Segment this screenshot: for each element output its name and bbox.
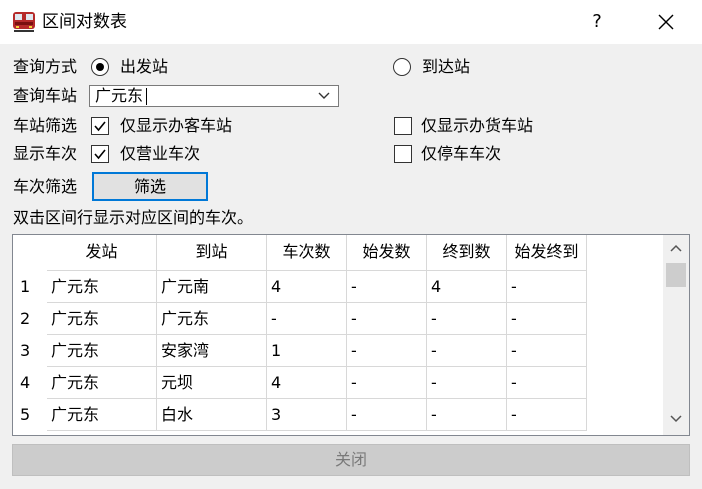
station-combobox-value[interactable]: 广元东	[95, 86, 143, 106]
close-icon	[658, 14, 674, 30]
table-cell[interactable]: -	[507, 271, 587, 303]
table-cell[interactable]: 元坝	[157, 367, 267, 399]
row-number[interactable]: 3	[13, 335, 47, 367]
table-cell[interactable]: 广元南	[157, 271, 267, 303]
scroll-down-icon[interactable]	[670, 415, 682, 423]
checkbox-passenger-only[interactable]	[91, 117, 109, 135]
checkbox-operating-only-label[interactable]: 仅营业车次	[120, 143, 200, 165]
query-station-label: 查询车站	[13, 86, 78, 105]
interval-table[interactable]: 发站 到站 车次数 始发数 终到数 始发终到 1 广元东 广元南 4-4-2 广元东 广元东 - - - -3…	[12, 234, 690, 436]
table-cell[interactable]: 广元东	[47, 303, 157, 335]
close-button[interactable]: 关闭	[12, 444, 690, 476]
checkbox-freight-only[interactable]	[394, 117, 412, 135]
table-cell[interactable]: 广元东	[47, 399, 157, 431]
hint-text: 双击区间行显示对应区间的车次。	[13, 208, 254, 227]
table-cell[interactable]: -	[347, 399, 427, 431]
radio-arrival-label[interactable]: 到达站	[422, 56, 470, 78]
table-cell[interactable]: 4	[427, 271, 507, 303]
radio-arrival[interactable]	[393, 58, 411, 76]
checkbox-freight-only-label[interactable]: 仅显示办货车站	[421, 115, 533, 137]
help-button[interactable]: ?	[582, 8, 612, 36]
checkbox-passenger-only-label[interactable]: 仅显示办客车站	[120, 115, 232, 137]
title-bar: 区间对数表 ?	[0, 0, 702, 44]
table-cell[interactable]: -	[507, 399, 587, 431]
table-cell[interactable]: -	[427, 367, 507, 399]
row-number[interactable]: 2	[13, 303, 47, 335]
table-cell[interactable]: 安家湾	[157, 335, 267, 367]
table-cell[interactable]: 广元东	[47, 335, 157, 367]
table-cell[interactable]: -	[347, 271, 427, 303]
row-number[interactable]: 1	[13, 271, 47, 303]
table-cell[interactable]: -	[507, 367, 587, 399]
table-cell[interactable]: 广元东	[157, 303, 267, 335]
table-cell[interactable]: 白水	[157, 399, 267, 431]
checkbox-stopping-only[interactable]	[394, 145, 412, 163]
table-cell[interactable]: 广元东	[47, 367, 157, 399]
header-to-station[interactable]: 到站	[157, 235, 267, 271]
row-number[interactable]: 5	[13, 399, 47, 431]
table-cell[interactable]: 4	[267, 271, 347, 303]
checkmark-icon	[94, 121, 106, 132]
table-cell[interactable]: 3	[267, 399, 347, 431]
table-cell[interactable]: -	[347, 335, 427, 367]
chevron-down-icon[interactable]	[318, 91, 330, 101]
table-cell[interactable]: -	[507, 335, 587, 367]
table-cell[interactable]: -	[427, 303, 507, 335]
header-from-station[interactable]: 发站	[47, 235, 157, 271]
header-origin-terminal[interactable]: 始发终到	[507, 235, 587, 271]
row-number[interactable]: 4	[13, 367, 47, 399]
checkbox-stopping-only-label[interactable]: 仅停车车次	[421, 143, 501, 165]
station-combobox[interactable]: 广元东	[89, 85, 339, 107]
train-icon	[12, 11, 36, 33]
checkmark-icon	[94, 149, 106, 160]
table-cell[interactable]: -	[347, 367, 427, 399]
close-window-button[interactable]	[650, 8, 682, 36]
query-mode-label: 查询方式	[13, 57, 78, 76]
table-cell[interactable]: 1	[267, 335, 347, 367]
scroll-up-icon[interactable]	[670, 244, 682, 252]
train-display-label: 显示车次	[13, 144, 78, 163]
checkbox-operating-only[interactable]	[91, 145, 109, 163]
header-origin-count[interactable]: 始发数	[347, 235, 427, 271]
table-cell[interactable]: -	[507, 303, 587, 335]
filter-button[interactable]: 筛选	[92, 172, 208, 201]
header-terminal-count[interactable]: 终到数	[427, 235, 507, 271]
radio-departure-label[interactable]: 出发站	[120, 56, 168, 78]
table-cell[interactable]: 广元东	[47, 271, 157, 303]
vertical-scrollbar[interactable]	[663, 235, 689, 435]
train-filter-label: 车次筛选	[13, 177, 78, 196]
radio-departure[interactable]	[91, 58, 109, 76]
scrollbar-thumb[interactable]	[666, 263, 686, 287]
table-cell[interactable]: 4	[267, 367, 347, 399]
table-cell[interactable]: -	[347, 303, 427, 335]
header-train-count[interactable]: 车次数	[267, 235, 347, 271]
window-title: 区间对数表	[42, 12, 127, 32]
station-filter-label: 车站筛选	[13, 116, 78, 135]
table-cell[interactable]: -	[427, 335, 507, 367]
text-caret	[146, 88, 147, 105]
table-cell[interactable]: -	[267, 303, 347, 335]
table-cell[interactable]: -	[427, 399, 507, 431]
